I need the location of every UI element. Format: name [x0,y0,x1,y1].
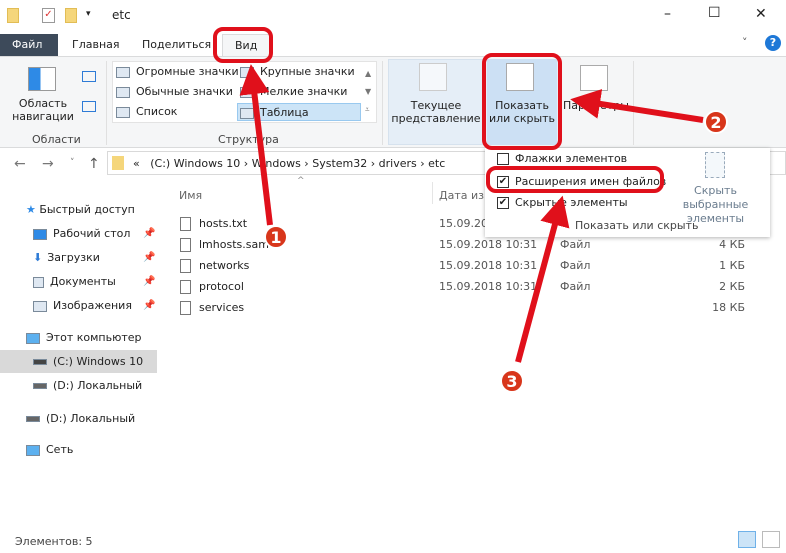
annotation-overlay: 1 2 3 [213,27,728,393]
svg-text:3: 3 [506,372,517,391]
badge-1: 1 [264,225,288,249]
arrow-3 [515,195,570,363]
highlight-view-tab [213,27,273,63]
badge-3: 3 [500,369,524,393]
svg-text:1: 1 [270,228,281,247]
arrow-1 [239,64,273,226]
highlight-show-hide [482,53,562,150]
badge-2: 2 [704,110,728,134]
svg-text:2: 2 [710,113,721,132]
arrow-2 [570,89,704,123]
highlight-extensions [486,166,664,193]
